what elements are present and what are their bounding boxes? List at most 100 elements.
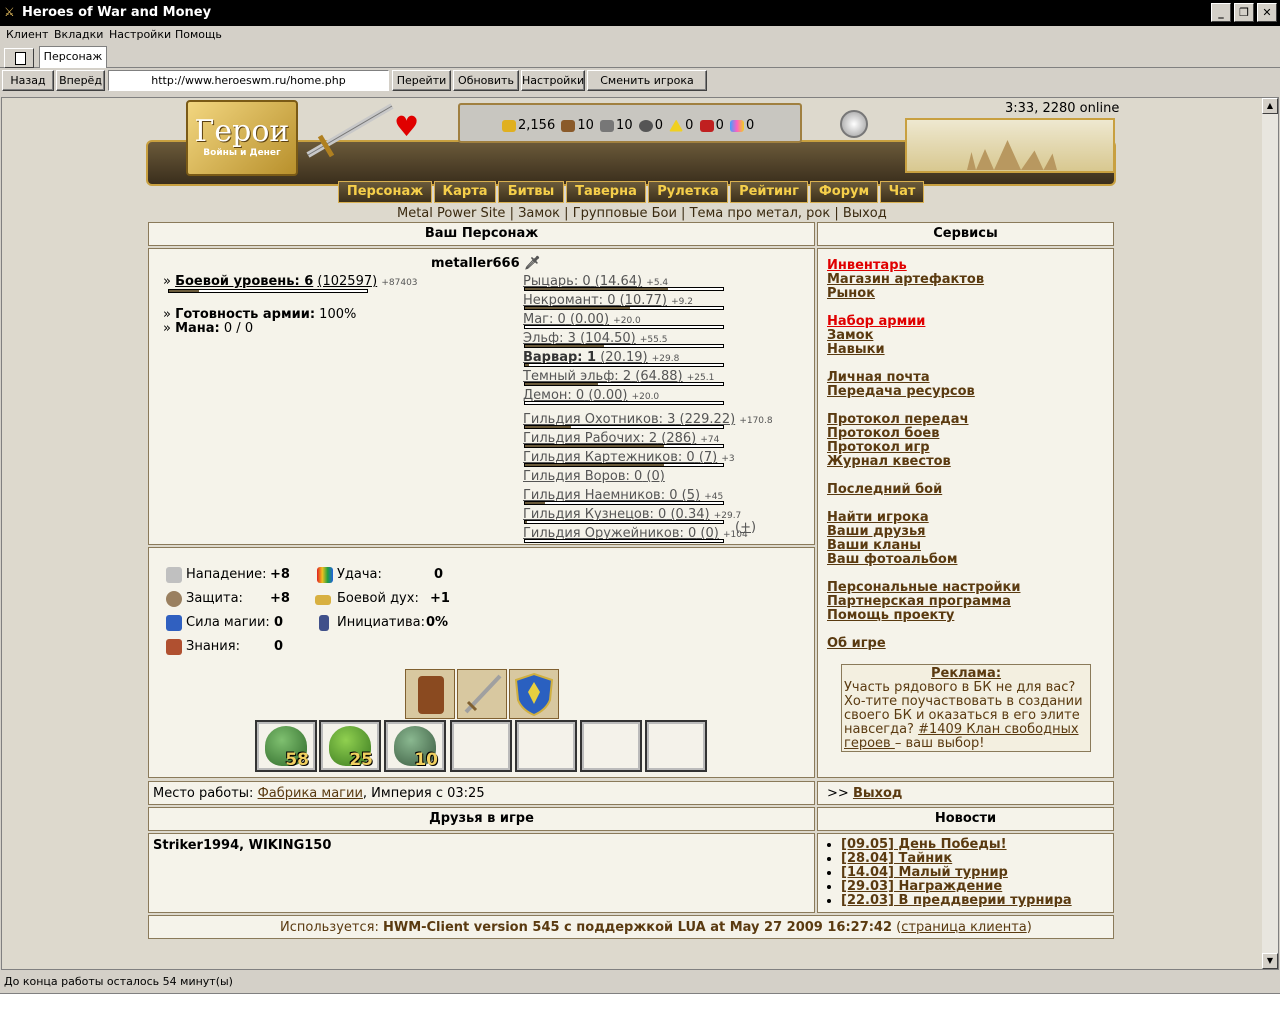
service-link[interactable]: Набор армии [827,314,925,329]
army-slot[interactable]: 25 [319,720,381,772]
service-link[interactable]: Магазин артефактов [827,272,984,287]
guild-plus-link[interactable]: (+) [735,520,756,535]
service-link[interactable]: Протокол игр [827,440,930,455]
service-link[interactable]: Найти игрока [827,510,929,525]
armor-artifact[interactable] [405,669,455,719]
mercury-icon [638,119,653,132]
link-metal-topic[interactable]: Тема про метал, рок [690,206,831,221]
combat-level-bar [168,289,368,293]
nav-forum[interactable]: Форум [810,181,878,203]
army-slot-empty[interactable] [515,720,577,772]
news-item[interactable]: [09.05] День Победы! [841,837,1007,852]
mana-orb-icon[interactable] [840,110,868,138]
status-bar: До конца работы осталось 54 минут(ы) [4,975,233,988]
tab-row: Персонаж [0,46,1280,68]
news-list: [09.05] День Победы! [28.04] Тайник [14.… [825,838,1072,908]
link-castle[interactable]: Замок [518,206,560,221]
character-panel-title: Ваш Персонаж [148,222,815,246]
nav-battles[interactable]: Битвы [498,181,564,203]
menu-settings[interactable]: Настройки [109,28,171,41]
service-link[interactable]: Протокол боев [827,426,939,441]
ore-amount: 10 [616,118,633,133]
news-item[interactable]: [22.03] В преддверии турнира [841,893,1072,908]
service-link[interactable]: Навыки [827,342,885,357]
stat-luck-value: 0 [434,567,444,582]
url-field[interactable]: http://www.heroeswm.ru/home.php [108,70,389,91]
nav-chat[interactable]: Чат [880,181,924,203]
army-slot[interactable]: 58 [255,720,317,772]
service-link[interactable]: Ваши кланы [827,538,921,553]
client-page-link[interactable]: страница клиента [901,920,1026,935]
skill-progress-bar [524,463,724,467]
game-logo[interactable]: Герои Войны и Денег [186,100,298,176]
maximize-button[interactable]: ❐ [1234,3,1254,22]
go-button[interactable]: Перейти [392,70,451,91]
menu-client[interactable]: Клиент [6,28,48,41]
service-link[interactable]: Замок [827,328,873,343]
crystals-icon [699,119,714,132]
refresh-button[interactable]: Обновить [453,70,519,91]
crystals-amount: 0 [715,118,724,133]
shield-artifact[interactable] [509,669,559,719]
nav-rating[interactable]: Рейтинг [730,181,808,203]
work-place-link[interactable]: Фабрика магии [258,786,363,801]
army-slot[interactable]: 10 [384,720,446,772]
service-link[interactable]: Персональные настройки [827,580,1021,595]
switch-player-button[interactable]: Сменить игрока [587,70,707,91]
health-heart-icon[interactable]: ♥ [394,110,419,143]
window-titlebar: ⚔ Heroes of War and Money _ ❐ ✕ [0,0,1280,26]
wood-icon [561,119,576,132]
service-link[interactable]: Об игре [827,636,886,651]
service-link[interactable]: Личная почта [827,370,930,385]
skill-progress-bar [524,363,724,367]
service-link[interactable]: Ваш фотоальбом [827,552,957,567]
nav-tavern[interactable]: Таверна [566,181,646,203]
friends-list[interactable]: Striker1994, WIKING150 [153,838,331,853]
back-button[interactable]: Назад [2,70,54,91]
service-link[interactable]: Рынок [827,286,875,301]
service-link[interactable]: Партнерская программа [827,594,1011,609]
skill-progress-bar [524,287,724,291]
nav-map[interactable]: Карта [434,181,496,203]
news-item[interactable]: [28.04] Тайник [841,851,952,866]
menu-bar: Клиент Вкладки Настройки Помощь [0,26,1280,46]
army-slot-empty[interactable] [450,720,512,772]
new-tab-icon[interactable] [4,48,34,68]
city-image [905,118,1115,173]
service-link[interactable]: Журнал квестов [827,454,951,469]
nav-roulette[interactable]: Рулетка [648,181,728,203]
resources-readout: 2,156 10 10 0 0 0 0 [500,118,754,133]
scroll-up-icon[interactable]: ▲ [1262,98,1278,114]
scrollbar[interactable]: ▲ ▼ [1262,98,1278,969]
menu-tabs[interactable]: Вкладки [54,28,103,41]
minimize-button[interactable]: _ [1211,3,1231,22]
character-name[interactable]: metaller666 🗡 [431,256,541,271]
sulfur-icon [669,119,684,132]
news-item[interactable]: [29.03] Награждение [841,879,1002,894]
exit-link[interactable]: Выход [853,786,902,801]
army-slot-empty[interactable] [580,720,642,772]
service-link[interactable]: Последний бой [827,482,942,497]
service-link[interactable]: Ваши друзья [827,524,926,539]
link-exit[interactable]: Выход [843,206,887,221]
link-group-battles[interactable]: Групповые Бои [573,206,677,221]
stat-morale-label: Боевой дух: [337,591,419,606]
service-link[interactable]: Протокол передач [827,412,969,427]
nav-character[interactable]: Персонаж [338,181,432,203]
close-button[interactable]: ✕ [1257,3,1277,22]
sword-icon [306,103,394,158]
settings-button[interactable]: Настройки [521,70,585,91]
weapon-artifact[interactable] [457,669,507,719]
scroll-down-icon[interactable]: ▼ [1262,953,1278,969]
menu-help[interactable]: Помощь [175,28,222,41]
army-slot-empty[interactable] [645,720,707,772]
tab-character[interactable]: Персонаж [39,46,107,68]
skill-progress-bar [524,444,724,448]
skill-progress-bar [524,325,724,329]
link-metal-power[interactable]: Metal Power Site [397,206,505,221]
service-link[interactable]: Помощь проекту [827,608,954,623]
forward-button[interactable]: Вперёд [56,70,105,91]
news-item[interactable]: [14.04] Малый турнир [841,865,1008,880]
service-link[interactable]: Инвентарь [827,258,907,273]
service-link[interactable]: Передача ресурсов [827,384,975,399]
